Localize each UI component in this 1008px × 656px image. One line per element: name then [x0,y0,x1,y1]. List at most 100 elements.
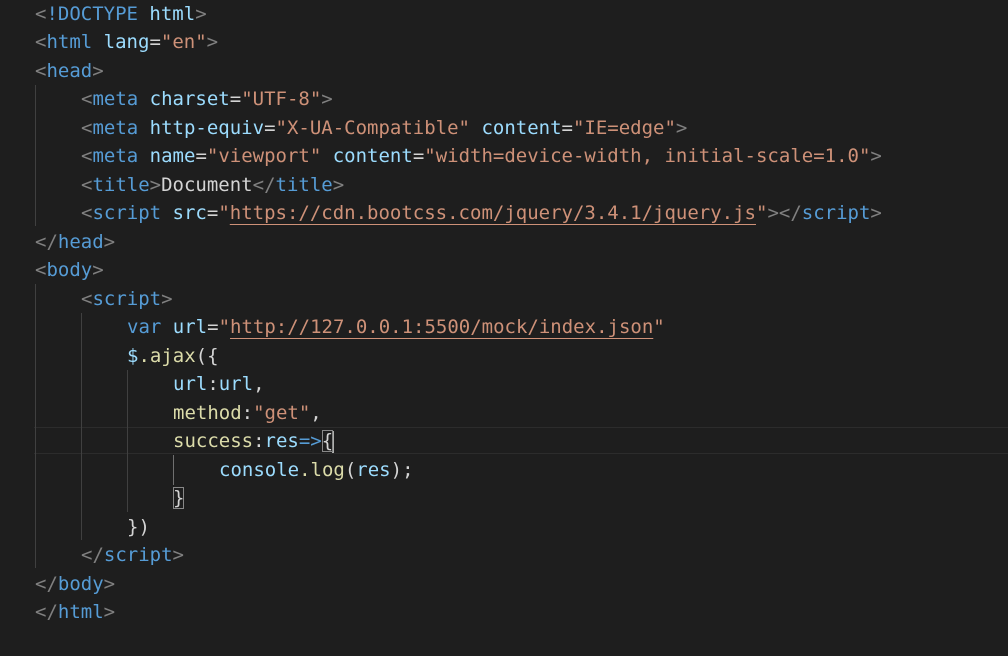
token: head [46,60,93,82]
mock-url-link[interactable]: http://127.0.0.1:5500/mock/index.json [230,316,653,338]
token: ({ [195,345,219,367]
token: "UTF-8" [241,88,322,110]
token: = [207,316,219,338]
token: "en" [160,31,207,53]
src-link[interactable]: https://cdn.bootcss.com/jquery/3.4.1/jqu… [230,202,756,224]
code-line-3: <head> [35,57,104,85]
token: " [755,202,768,224]
indent-guide [35,284,36,568]
token: url [173,373,208,395]
token: </ [35,231,58,253]
token: !DOCTYPE [46,3,138,25]
code-line-11: <script> [81,285,173,313]
token: </ [35,573,58,595]
token: html [46,31,93,53]
token: : [241,402,254,424]
token: < [35,60,47,82]
token: lang [103,31,150,53]
token: = [229,88,242,110]
token: => [298,430,322,452]
token: ); [390,459,414,481]
token: </ [35,601,58,623]
token: url [218,373,254,395]
code-line-4: <meta charset="UTF-8"> [81,85,333,113]
token: res [264,430,299,452]
token: = [195,145,207,167]
token: > [103,573,116,595]
token: > [321,88,333,110]
token: = [264,117,276,139]
token: }) [127,516,150,538]
token: > [92,60,104,82]
token: src [172,202,207,224]
code-line-16: success:res=>{ [173,427,335,455]
code-line-8: <script src="https://cdn.bootcss.com/jqu… [81,199,882,227]
code-line-20: </script> [81,541,184,569]
token: > [206,31,219,53]
token: = [412,145,425,167]
code-line-2: <html lang="en"> [35,28,218,56]
code-line-18: } [173,484,185,512]
token: = [206,202,219,224]
code-line-17: console.log(res); [219,456,414,484]
token: content [332,145,413,167]
token: < [81,288,93,310]
code-line-22: </html> [35,598,115,626]
token: Document [161,174,253,196]
code-line-12: var url="http://127.0.0.1:5500/mock/inde… [127,313,665,341]
token: , [253,373,265,395]
token: meta [92,117,139,139]
token: script [103,544,173,566]
token: content [481,117,562,139]
token: : [207,373,219,395]
token: > [172,544,184,566]
token: body [57,573,104,595]
token: title [275,174,333,196]
token: console [219,459,300,481]
token: > [870,145,882,167]
code-line-13: $.ajax({ [127,342,219,370]
token: var [127,316,162,338]
text-cursor [332,430,335,453]
code-line-10: <body> [35,256,104,284]
token: < [81,174,93,196]
token: title [92,174,150,196]
token: meta [92,88,139,110]
code-editor[interactable]: <!DOCTYPE html> <html lang="en"> <head> … [0,0,1008,656]
token: > [767,202,779,224]
code-line-7: <title>Document</title> [81,171,344,199]
token: " [218,316,231,338]
code-line-21: </body> [35,570,115,598]
token: < [81,202,93,224]
token: < [35,3,47,25]
code-line-19: }) [127,513,150,541]
code-line-9: </head> [35,228,115,256]
token: > [195,3,207,25]
token: </ [778,202,802,224]
token: head [57,231,104,253]
token: success [173,430,254,452]
token: > [161,288,173,310]
code-line-15: method:"get", [173,399,322,427]
token: < [81,88,93,110]
token: > [103,231,116,253]
token: < [81,117,93,139]
token: " [653,316,665,338]
token: script [801,202,871,224]
token: .ajax [138,345,196,367]
token: "viewport" [206,145,322,167]
token: ( [344,459,357,481]
token: > [92,259,104,281]
token: </ [81,544,104,566]
token: > [870,202,882,224]
token: charset [149,88,230,110]
token: = [561,117,573,139]
indent-guide-active [173,455,174,485]
token: script [92,202,162,224]
token: > [675,117,688,139]
token: .log [299,459,345,481]
token: "X-UA-Compatible" [275,117,470,139]
token: html [149,3,196,25]
token: </ [252,174,276,196]
indent-guide [35,85,36,226]
